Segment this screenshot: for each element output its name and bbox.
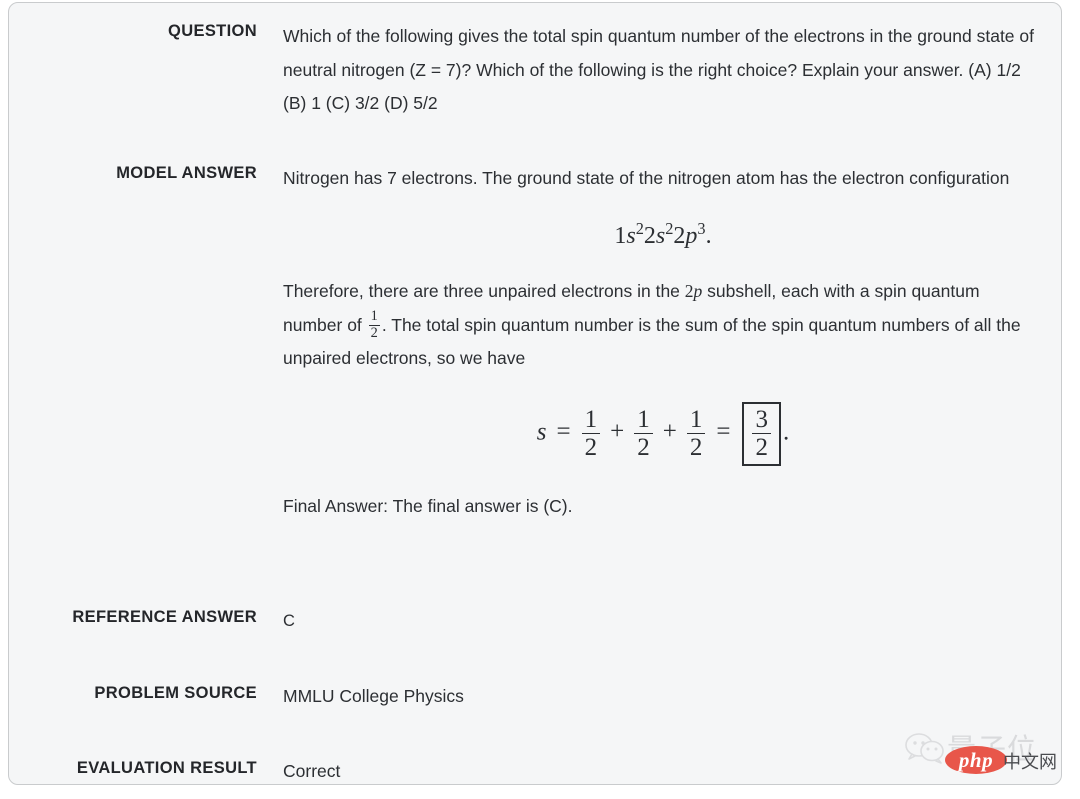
eq-plus-2: + (662, 418, 677, 446)
config-term1-base: 1 (614, 222, 627, 249)
config-period: . (705, 222, 712, 249)
question-text: Which of the following gives the total s… (283, 26, 1034, 113)
evaluation-result-value: Correct (283, 761, 341, 781)
reference-answer-label: REFERENCE ANSWER (72, 608, 257, 626)
inline-fraction-one-half: 12 (368, 308, 380, 341)
problem-source-row: PROBLEM SOURCE MMLU College Physics (9, 684, 1061, 708)
eq-term-3-denominator: 2 (686, 433, 706, 461)
config-term3-exp: 3 (697, 218, 706, 238)
problem-source-value: MMLU College Physics (283, 686, 464, 706)
problem-source-label: PROBLEM SOURCE (94, 684, 257, 702)
spin-sum-equation: s = 1 2 +1 2 +1 2 = 3 2. (283, 401, 1043, 466)
inline-frac-numerator: 1 (370, 308, 378, 325)
eq-term-1-denominator: 2 (581, 433, 601, 461)
model-answer-paragraph-1: Nitrogen has 7 electrons. The ground sta… (283, 168, 1010, 188)
eq-period: . (782, 418, 790, 446)
paragraph-2-segment-c: . The total spin quantum number is the s… (283, 314, 1021, 369)
evaluation-result-row: EVALUATION RESULT Correct (9, 759, 1061, 783)
inline-math-2p: 2p (685, 281, 703, 301)
eq-result-denominator: 2 (752, 432, 771, 461)
eq-plus-1: + (610, 418, 625, 446)
eq-equals-2: = (716, 418, 731, 446)
eq-term-1-numerator: 1 (584, 406, 598, 433)
evaluation-result-label: EVALUATION RESULT (76, 759, 257, 777)
model-answer-label: MODEL ANSWER (116, 164, 257, 182)
eq-equals-1: = (556, 418, 571, 446)
boxed-result: 32 (742, 401, 781, 466)
result-card: QUESTION Which of the following gives th… (8, 2, 1062, 785)
reference-answer-row: REFERENCE ANSWER C (9, 608, 1061, 633)
config-term1-exp: 2 (635, 218, 644, 238)
config-term3-base: 2 (673, 222, 686, 249)
model-answer-body: Nitrogen has 7 electrons. The ground sta… (257, 162, 1043, 523)
config-term2-base: 2 (643, 222, 656, 249)
reference-answer-value: C (283, 612, 295, 630)
eq-term-3-numerator: 1 (689, 406, 703, 433)
eq-result-numerator: 3 (755, 405, 768, 433)
eq-result-fraction: 32 (752, 406, 771, 461)
config-term1-var: s (626, 222, 636, 249)
eq-term-3: 12 (686, 406, 706, 461)
config-term3-var: p (685, 222, 698, 249)
eq-term-2: 12 (634, 406, 653, 461)
question-row: QUESTION Which of the following gives th… (9, 20, 1061, 121)
inline-frac-denominator: 2 (368, 324, 380, 341)
final-answer-text: Final Answer: The final answer is (C). (283, 495, 573, 516)
model-answer-row: MODEL ANSWER Nitrogen has 7 electrons. T… (9, 162, 1061, 523)
paragraph-2-segment-a: Therefore, there are three unpaired elec… (283, 281, 680, 301)
model-answer-paragraph-2: Therefore, there are three unpaired elec… (283, 275, 1043, 376)
eq-term-2-numerator: 1 (637, 406, 650, 433)
question-label: QUESTION (168, 22, 257, 40)
config-term2-var: s (655, 222, 666, 249)
electron-configuration-equation: 1s22s22p3. (283, 220, 1043, 254)
eq-variable-s: s (536, 418, 547, 446)
eq-term-1: 12 (581, 406, 601, 461)
inline-2p-var: p (693, 281, 703, 301)
eq-term-2-denominator: 2 (634, 433, 653, 461)
inline-2p-base: 2 (684, 281, 694, 301)
